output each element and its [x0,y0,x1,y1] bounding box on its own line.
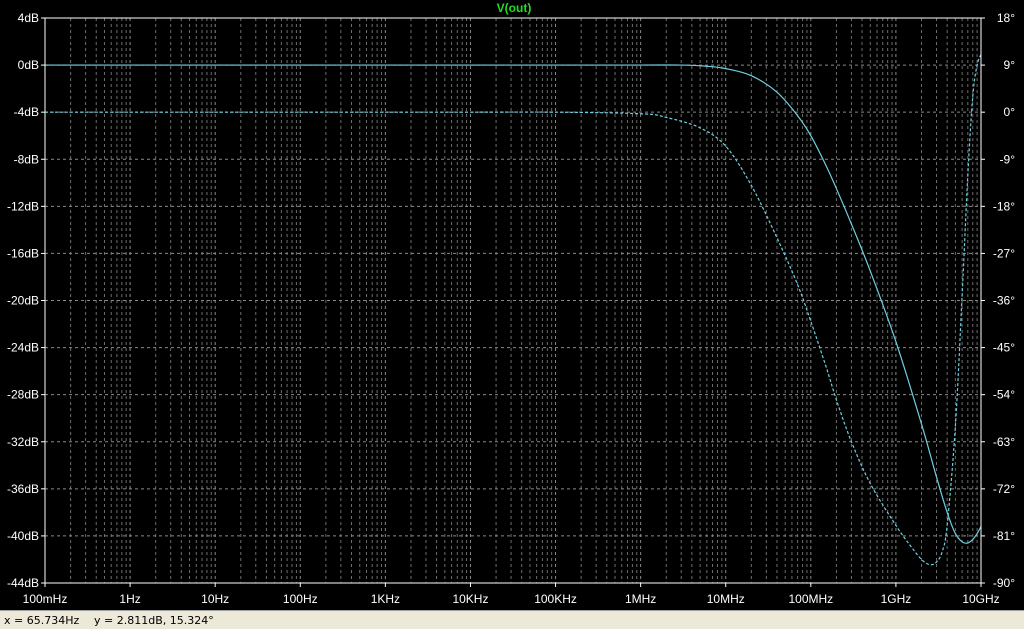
status-bar: x = 65.734Hz y = 2.811dB, 15.324° [0,610,1024,629]
x-tick-label[interactable]: 1KHz [371,592,400,606]
y2-tick-label[interactable]: 9° [1004,58,1016,72]
series-layer [44,54,982,566]
y-tick-label[interactable]: -44dB [7,576,39,590]
magnitude-trace [45,64,982,544]
x-tick-label[interactable]: 100KHz [534,592,577,606]
y2-tick-label[interactable]: 0° [1004,105,1016,119]
y-tick-label[interactable]: -32dB [7,435,39,449]
y-tick-label[interactable]: -8dB [14,152,39,166]
x-tick-label[interactable]: 10GHz [962,592,999,606]
x-axis-ticks[interactable]: 100mHz 1Hz 10Hz 100Hz 1KHz 10KHz 100KHz 1MHz 10M… [23,583,1000,606]
y-tick-label[interactable]: -28dB [7,388,39,402]
x-tick-label[interactable]: 10KHz [452,592,488,606]
x-tick-label[interactable]: 10MHz [707,592,745,606]
x-tick-label[interactable]: 10Hz [201,592,229,606]
y2-tick-label[interactable]: -54° [993,388,1015,402]
y-tick-label[interactable]: -4dB [14,105,39,119]
x-tick-label[interactable]: 100Hz [283,592,318,606]
phase-trace [44,54,982,566]
x-tick-label[interactable]: 100mHz [23,592,68,606]
y-tick-label[interactable]: -12dB [7,199,39,213]
y-tick-label[interactable]: -40dB [7,529,39,543]
x-tick-label[interactable]: 1GHz [881,592,912,606]
grid-layer [45,18,981,583]
y-tick-label[interactable]: -24dB [7,341,39,355]
right-axis-ticks[interactable]: 18° 9° 0° -9° -18° -27° -36° -45° -54° -63° -72° -8… [981,11,1015,590]
y2-tick-label[interactable]: -45° [993,341,1015,355]
x-tick-label[interactable]: 100MHz [788,592,833,606]
y2-tick-label[interactable]: -72° [993,482,1015,496]
y2-tick-label[interactable]: -36° [993,294,1015,308]
y-tick-label[interactable]: -16dB [7,246,39,260]
y-tick-label[interactable]: 4dB [18,11,39,25]
x-tick-label[interactable]: 1Hz [119,592,140,606]
cursor-y-readout: y = 2.811dB, 15.324° [94,614,214,627]
y-tick-label[interactable]: -20dB [7,294,39,308]
y2-tick-label[interactable]: -81° [993,529,1015,543]
plot-window[interactable]: V(out) 4dB 0dB -4dB -8dB -12dB -16dB -20dB -24d… [0,0,1024,610]
y2-tick-label[interactable]: -27° [993,246,1015,260]
y2-tick-label[interactable]: -18° [993,199,1015,213]
y-tick-label[interactable]: -36dB [7,482,39,496]
y2-tick-label[interactable]: -63° [993,435,1015,449]
bode-plot[interactable]: V(out) 4dB 0dB -4dB -8dB -12dB -16dB -20dB -24d… [0,0,1024,610]
y2-tick-label[interactable]: 18° [997,11,1015,25]
chart-title[interactable]: V(out) [497,1,532,15]
x-tick-label[interactable]: 1MHz [625,592,656,606]
left-axis-ticks[interactable]: 4dB 0dB -4dB -8dB -12dB -16dB -20dB -24dB -28dB -… [7,11,45,590]
cursor-x-readout: x = 65.734Hz [4,614,80,627]
y2-tick-label[interactable]: -90° [993,576,1015,590]
y-tick-label[interactable]: 0dB [18,58,39,72]
y2-tick-label[interactable]: -9° [1000,152,1016,166]
